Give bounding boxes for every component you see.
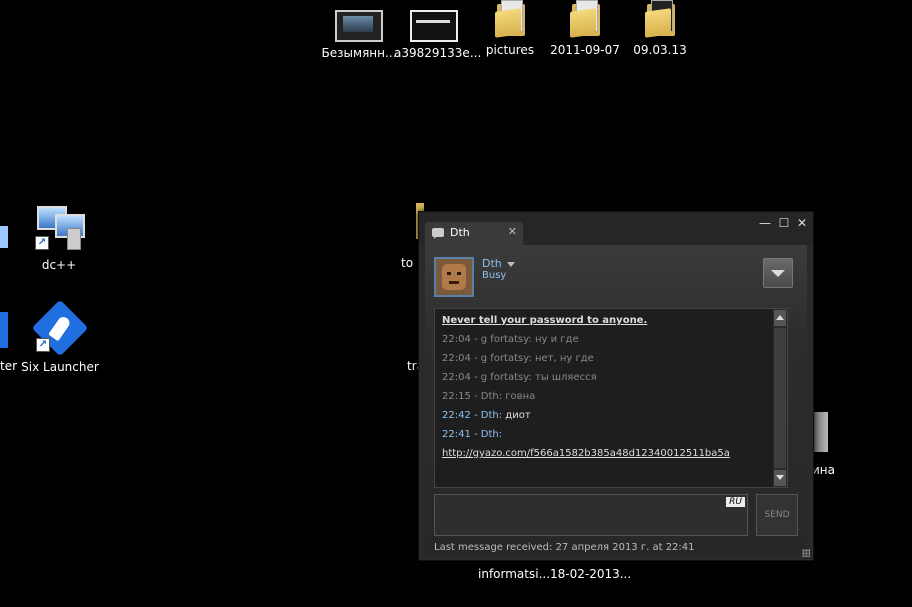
desktop-icon-label: Безымянн... <box>321 46 397 60</box>
friend-name[interactable]: Dth <box>482 257 515 270</box>
chat-message: 22:04 - g fortatsy: ну и где <box>442 334 579 345</box>
keyboard-language-indicator: RU <box>726 497 745 507</box>
recycle-bin-icon[interactable] <box>812 412 828 452</box>
desktop-icon-label: 2011-09-07 <box>550 43 620 57</box>
resize-grip-icon[interactable] <box>802 549 810 557</box>
desktop-icon-label[interactable]: informatsi... <box>478 567 550 581</box>
chat-message: 22:15 - Dth: говна <box>442 391 536 402</box>
chat-bubble-icon <box>432 228 444 239</box>
chat-link[interactable]: http://gyazo.com/f566a1582b385a48d123400… <box>442 448 730 459</box>
desktop-icon-screenshot-1[interactable]: Безымянн... <box>319 6 399 60</box>
chat-message: 22:04 - g fortatsy: ты шляесся <box>442 372 597 383</box>
chat-log-scrollbar[interactable] <box>773 309 787 487</box>
desktop-icon-folder-09-03-13[interactable]: 09.03.13 <box>620 0 700 57</box>
chat-window: Dth ✕ — ☐ ✕ Dth Busy Never tell your pas… <box>418 211 814 561</box>
partial-icon-label-left: ter <box>0 359 18 373</box>
scroll-down-icon[interactable] <box>774 470 786 486</box>
desktop-icon-label: 09.03.13 <box>633 43 687 57</box>
security-warning: Never tell your password to anyone. <box>442 315 648 326</box>
chat-tab[interactable]: Dth ✕ <box>425 222 523 245</box>
image-file-icon <box>335 10 383 42</box>
maximize-button[interactable]: ☐ <box>777 216 791 230</box>
message-input[interactable]: RU <box>434 494 748 536</box>
image-file-icon <box>410 10 458 42</box>
desktop-icon-label: a39829133e... <box>394 46 482 60</box>
folder-icon <box>645 0 675 38</box>
scrollbar-thumb[interactable] <box>774 328 786 468</box>
partial-icon-label-to: to <box>401 256 414 270</box>
chat-body: Dth Busy Never tell your password to any… <box>425 245 807 554</box>
desktop-icon-six-launcher[interactable]: ↗ Six Launcher <box>20 299 100 374</box>
close-button[interactable]: ✕ <box>795 216 809 230</box>
avatar[interactable] <box>434 257 474 297</box>
desktop-icon-label: pictures <box>485 43 535 57</box>
send-button[interactable]: SEND <box>756 494 798 536</box>
chat-log[interactable]: Never tell your password to anyone. 22:0… <box>434 308 788 488</box>
shortcut-arrow-icon: ↗ <box>35 236 49 250</box>
chat-options-dropdown-button[interactable] <box>763 258 793 288</box>
chat-tab-title: Dth <box>450 226 470 239</box>
desktop-icon-folder-2011-09-07[interactable]: 2011-09-07 <box>545 0 625 57</box>
partial-icon-label-recycle: ина <box>812 463 835 477</box>
desktop-icon-screenshot-2[interactable]: a39829133e... <box>394 6 482 60</box>
desktop-icon-pictures[interactable]: pictures <box>470 0 550 57</box>
chat-message: 22:42 - Dth: диот <box>442 410 531 421</box>
friend-name-label: Dth <box>482 257 502 270</box>
desktop-icon-label: Six Launcher <box>21 360 99 374</box>
desktop-icon-label: dc++ <box>41 258 77 272</box>
friend-status: Busy <box>482 270 507 281</box>
desktop-icon-dcpp[interactable]: ↗ dc++ <box>19 204 99 272</box>
partial-icon-left[interactable] <box>0 312 8 348</box>
rocket-icon: ↗ <box>31 299 89 357</box>
desktop-icon-label[interactable]: 18-02-2013... <box>550 567 631 581</box>
network-computers-icon: ↗ <box>35 204 85 250</box>
folder-icon <box>495 0 525 38</box>
chevron-down-icon[interactable] <box>506 261 515 267</box>
minimize-button[interactable]: — <box>758 216 772 230</box>
scroll-up-icon[interactable] <box>774 310 786 326</box>
folder-icon <box>570 0 600 38</box>
chat-titlebar[interactable]: Dth ✕ — ☐ ✕ <box>419 212 813 245</box>
tab-close-button[interactable]: ✕ <box>508 225 517 238</box>
last-message-status: Last message received: 27 апреля 2013 г.… <box>434 542 695 553</box>
partial-icon-left-top[interactable] <box>0 226 8 248</box>
shortcut-arrow-icon: ↗ <box>36 338 50 352</box>
chat-message: 22:04 - g fortatsy: нет, ну где <box>442 353 594 364</box>
chat-message: 22:41 - Dth: <box>442 429 503 440</box>
